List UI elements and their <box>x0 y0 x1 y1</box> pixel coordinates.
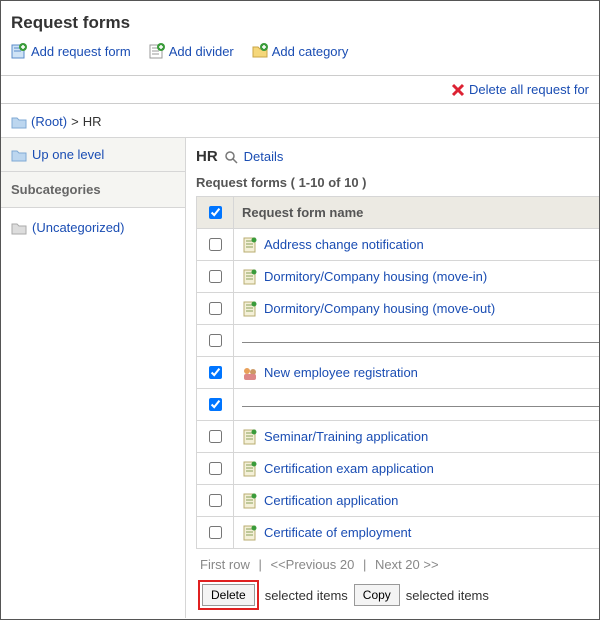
delete-all-label: Delete all request for <box>469 82 589 97</box>
details-link[interactable]: Details <box>244 149 284 164</box>
magnifier-icon <box>224 150 238 164</box>
divider-add-icon <box>149 43 165 59</box>
table-row: Certificate of employment <box>197 517 600 549</box>
form-link[interactable]: New employee registration <box>264 365 418 380</box>
toolbar: Add request form Add divider Add categor… <box>11 43 589 59</box>
form-icon <box>242 525 258 541</box>
table-row: Seminar/Training application <box>197 421 600 453</box>
copy-suffix: selected items <box>406 588 489 603</box>
bulk-actions: Delete selected items Copy selected item… <box>196 578 599 610</box>
table-row: New employee registration <box>197 357 600 389</box>
row-checkbox[interactable] <box>209 526 222 539</box>
breadcrumb: (Root) > HR <box>1 104 599 137</box>
breadcrumb-root[interactable]: (Root) <box>31 114 67 129</box>
form-link[interactable]: Address change notification <box>264 237 424 252</box>
divider-row <box>242 406 599 407</box>
table-row: Address change notification <box>197 229 600 261</box>
list-header: Request forms ( 1-10 of 10 ) <box>196 175 599 190</box>
divider-row <box>242 342 599 343</box>
form-icon <box>242 269 258 285</box>
add-divider-label: Add divider <box>169 44 234 59</box>
add-request-form-link[interactable]: Add request form <box>11 43 131 59</box>
form-icon <box>242 493 258 509</box>
form-add-icon <box>11 43 27 59</box>
delete-suffix: selected items <box>265 588 348 603</box>
page-title: Request forms <box>11 13 589 33</box>
table-row: Dormitory/Company housing (move-out) <box>197 293 600 325</box>
table-row: Certification exam application <box>197 453 600 485</box>
folder-icon <box>11 115 27 129</box>
pager: First row | <<Previous 20 | Next 20 >> <box>196 549 599 578</box>
category-name: HR <box>196 148 218 165</box>
pager-next[interactable]: Next 20 >> <box>375 557 439 572</box>
form-link[interactable]: Dormitory/Company housing (move-out) <box>264 301 495 316</box>
up-one-level-label: Up one level <box>32 147 104 162</box>
table-row: Certification application <box>197 485 600 517</box>
folder-add-icon <box>252 43 268 59</box>
breadcrumb-current: HR <box>83 114 102 129</box>
table-row: Dormitory/Company housing (move-in) <box>197 261 600 293</box>
row-checkbox[interactable] <box>209 494 222 507</box>
forms-table: Request form name Address change notific… <box>196 196 599 549</box>
breadcrumb-sep: > <box>71 114 79 129</box>
row-checkbox[interactable] <box>209 238 222 251</box>
pager-first[interactable]: First row <box>200 557 250 572</box>
form-link[interactable]: Certification exam application <box>264 461 434 476</box>
add-category-link[interactable]: Add category <box>252 43 349 59</box>
row-checkbox[interactable] <box>209 334 222 347</box>
app-frame: Request forms Add request form Add divid… <box>0 0 600 620</box>
people-icon <box>242 365 258 381</box>
row-checkbox[interactable] <box>209 430 222 443</box>
form-link[interactable]: Certificate of employment <box>264 525 411 540</box>
sidebar-item-uncategorized[interactable]: (Uncategorized) <box>1 208 185 247</box>
delete-x-icon <box>451 83 465 97</box>
add-request-form-label: Add request form <box>31 44 131 59</box>
add-category-label: Add category <box>272 44 349 59</box>
row-checkbox[interactable] <box>209 462 222 475</box>
form-icon <box>242 461 258 477</box>
form-icon <box>242 237 258 253</box>
uncategorized-label: (Uncategorized) <box>32 220 125 235</box>
content: HR Details Request forms ( 1-10 of 10 ) … <box>186 138 599 618</box>
form-link[interactable]: Seminar/Training application <box>264 429 428 444</box>
select-all-header[interactable] <box>197 197 234 229</box>
table-row <box>197 325 600 357</box>
row-checkbox[interactable] <box>209 398 222 411</box>
table-row <box>197 389 600 421</box>
form-icon <box>242 301 258 317</box>
main-area: Up one level Subcategories (Uncategorize… <box>1 137 599 618</box>
pager-prev[interactable]: <<Previous 20 <box>270 557 354 572</box>
delete-highlight: Delete <box>198 580 259 610</box>
form-link[interactable]: Certification application <box>264 493 398 508</box>
sidebar: Up one level Subcategories (Uncategorize… <box>1 138 186 618</box>
form-link[interactable]: Dormitory/Company housing (move-in) <box>264 269 487 284</box>
delete-button[interactable]: Delete <box>202 584 255 606</box>
row-checkbox[interactable] <box>209 366 222 379</box>
select-all-checkbox[interactable] <box>209 206 222 219</box>
row-checkbox[interactable] <box>209 270 222 283</box>
folder-gray-icon <box>11 221 27 235</box>
form-icon <box>242 429 258 445</box>
add-divider-link[interactable]: Add divider <box>149 43 234 59</box>
subcategories-header: Subcategories <box>1 172 185 208</box>
copy-button[interactable]: Copy <box>354 584 400 606</box>
folder-up-icon <box>11 148 27 162</box>
col-name-header: Request form name <box>234 197 600 229</box>
up-one-level[interactable]: Up one level <box>1 138 185 172</box>
delete-all-link[interactable]: Delete all request for <box>451 82 589 97</box>
row-checkbox[interactable] <box>209 302 222 315</box>
